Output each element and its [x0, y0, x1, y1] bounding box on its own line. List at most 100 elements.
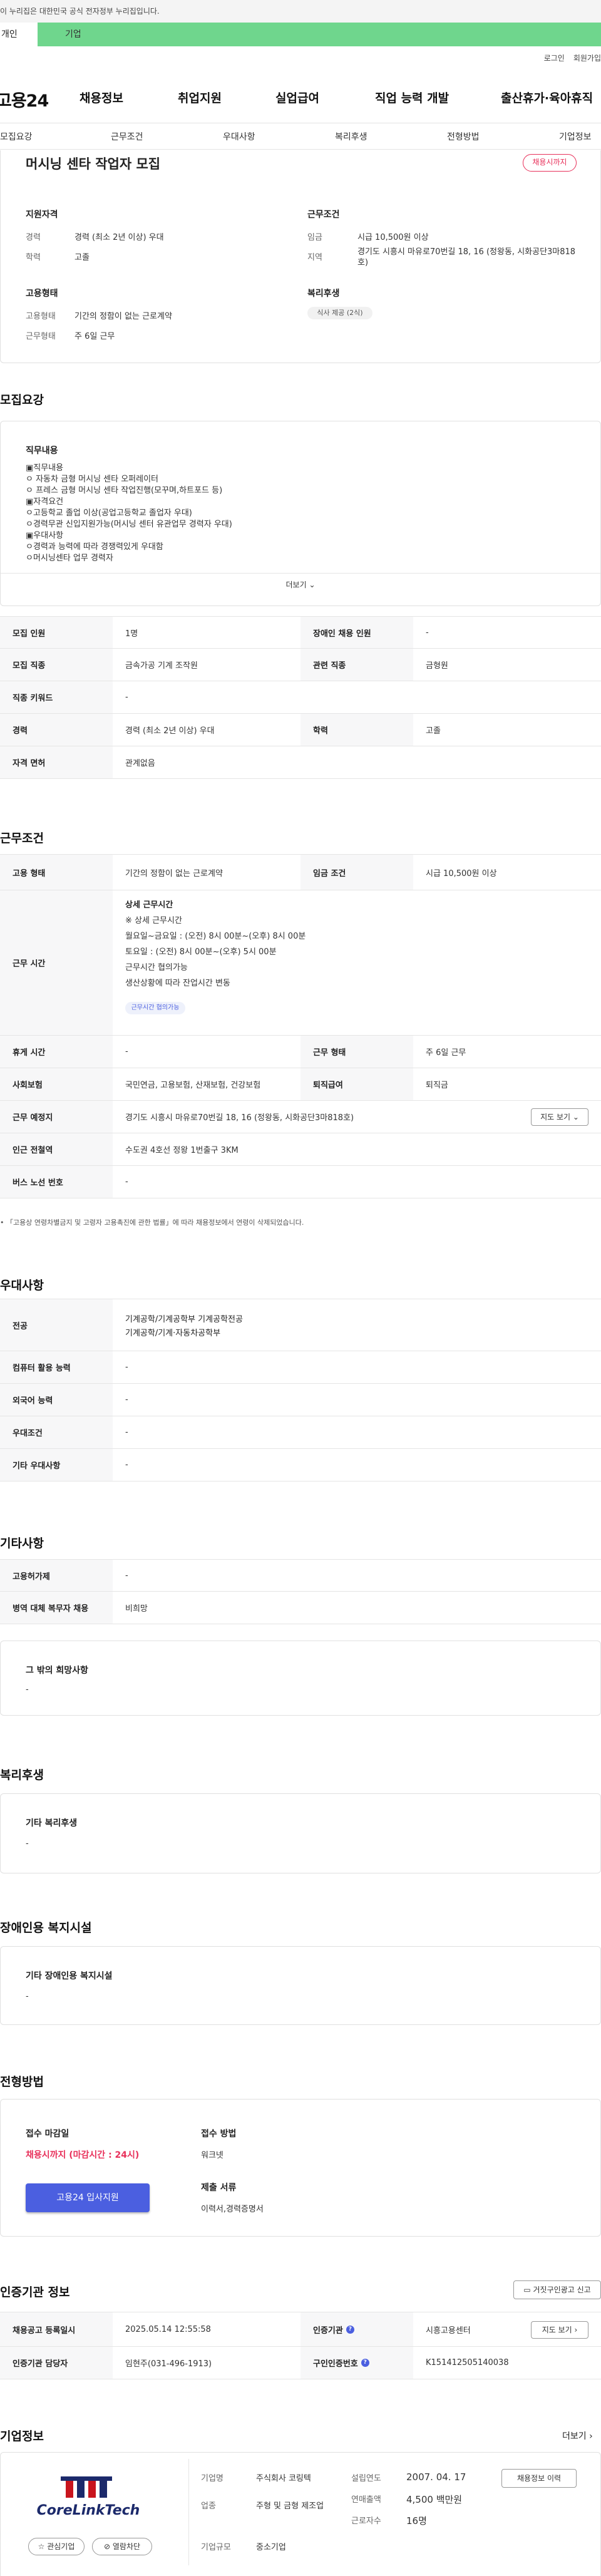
emp-title: 고용형태	[26, 289, 58, 299]
login-link[interactable]: 로그인	[544, 54, 565, 63]
table-row: 채용공고 등록일시 2025.05.14 12:55:58 인증기관? 시흥고용센…	[0, 2312, 601, 2347]
qual-title: 지원자격	[26, 210, 58, 220]
welfare-section-title: 복리후생	[0, 1768, 44, 1782]
apply-button[interactable]: 고용24 입사지원	[26, 2183, 150, 2212]
user-type-tabs: 개인 기업	[0, 23, 601, 46]
recruit-title: 모집요강	[0, 393, 44, 407]
gov-banner: 이 누리집은 대한민국 공식 전자정부 누리집입니다.	[0, 0, 601, 23]
docs-key: 제출 서류	[201, 2183, 237, 2193]
table-row: 컴퓨터 활용 능력 -	[0, 1351, 601, 1384]
chevron-right-icon: ›	[589, 2431, 593, 2441]
company-more-link[interactable]: 더보기 ›	[562, 2429, 593, 2442]
table-row: 근무 예정지 경기도 시흥시 마유로70번길 18, 16 (정왕동, 시화공단3…	[0, 1101, 601, 1133]
gnb-item[interactable]: 실업급여	[275, 89, 319, 106]
block-view-button[interactable]: ⊘ 열람차단	[92, 2538, 152, 2555]
chevron-right-icon: ›	[574, 2326, 578, 2334]
other-label: 그 밖의 희망사항	[26, 1666, 88, 1676]
subnav-item[interactable]: 우대사항	[223, 130, 255, 143]
table-row: 외국어 능력 -	[0, 1384, 601, 1416]
industry-value: 주형 및 금형 제조업	[256, 2501, 324, 2511]
job-summary-card: 머시닝 센타 작업자 모집 채용시까지 지원자격 경력 경력 (최소 2년 이상…	[0, 150, 601, 363]
method-value: 워크넷	[201, 2151, 223, 2160]
tab-company[interactable]: 기업	[38, 23, 601, 46]
chevron-down-icon: ⌄	[572, 1113, 579, 1121]
map-view-button[interactable]: 지도 보기 ⌄	[531, 1108, 588, 1126]
global-nav: 고용24 채용정보 취업지원 실업급여 직업 능력 개발 출산휴가·육아휴직	[0, 79, 601, 115]
welfare-badge: 식사 제공 (2식)	[307, 307, 372, 319]
hours-badge: 근무시간 협의가능	[125, 1002, 185, 1014]
doc-icon: ▭	[523, 2285, 531, 2294]
favorite-company-button[interactable]: ☆ 관심기업	[28, 2538, 85, 2555]
job-history-button[interactable]: 채용정보 이력	[501, 2469, 577, 2488]
company-name-key: 기업명	[201, 2474, 223, 2483]
other-value: -	[26, 1685, 29, 1694]
gnb-item[interactable]: 취업지원	[178, 89, 222, 106]
table-row: 우대조건 -	[0, 1416, 601, 1449]
table-row: 경력 경력 (최소 2년 이상) 우대 학력 고졸	[0, 714, 601, 746]
site-logo[interactable]: 고용24	[0, 87, 49, 111]
employees-value: 16명	[406, 2515, 427, 2527]
table-row: 인증기관 담당자 임현주(031-496-1913) 구인인증번호? K15141…	[0, 2347, 601, 2379]
agency-map-button[interactable]: 지도 보기 ›	[531, 2321, 588, 2339]
subnav-item[interactable]: 전형방법	[447, 130, 480, 143]
table-row: 사회보험 국민연금, 고용보험, 산재보험, 건강보험 퇴직급여 퇴직금	[0, 1068, 601, 1101]
gnb-item[interactable]: 출산휴가·육아휴직	[501, 89, 593, 106]
company-title: 기업정보	[0, 2429, 44, 2443]
revenue-key: 연매출액	[351, 2495, 381, 2505]
subnav-item[interactable]: 모집요강	[0, 130, 33, 143]
status-badge: 채용시까지	[523, 154, 577, 172]
table-row: 기타 우대사항 -	[0, 1449, 601, 1481]
career-value: 경력 (최소 2년 이상) 우대	[74, 233, 164, 242]
disability-label: 기타 장애인용 복지시설	[26, 1971, 113, 1981]
duty-card: 직무내용 ▣직무내용 ㅇ 자동차 금형 머시닝 센타 오퍼레이터 ㅇ 프레스 금형 …	[0, 421, 601, 606]
signup-link[interactable]: 회원가입	[573, 54, 601, 63]
table-row: 인근 전철역 수도권 4호선 정왕 1번출구 3KM	[0, 1133, 601, 1166]
job-title: 머시닝 센타 작업자 모집	[26, 157, 161, 172]
emptype-key: 고용형태	[26, 312, 56, 321]
chevron-down-icon: ⌄	[309, 580, 316, 589]
info-icon[interactable]: ?	[361, 2359, 369, 2367]
table-row: 모집 직종 금속가공 기계 조작원 관련 직종 금형원	[0, 649, 601, 681]
worktype-value: 주 6일 근무	[74, 332, 115, 341]
etc-other-card: 그 밖의 희망사항 -	[0, 1641, 601, 1716]
table-row: 고용허가제 -	[0, 1559, 601, 1592]
edu-value: 고졸	[74, 253, 90, 262]
more-button[interactable]: 더보기 ⌄	[1, 579, 600, 590]
gnb-item[interactable]: 채용정보	[80, 89, 123, 106]
method-key: 접수 방법	[201, 2129, 237, 2139]
career-key: 경력	[26, 233, 41, 242]
table-row: 버스 노선 번호 -	[0, 1166, 601, 1198]
process-title: 전형방법	[0, 2075, 44, 2089]
section-nav: 모집요강 근무조건 우대사항 복리후생 전형방법 기업정보	[0, 124, 601, 149]
welfare-value: -	[26, 1839, 29, 1848]
hours-title: 상세 근무시간	[125, 900, 173, 910]
company-logo: CoreLinkTech	[26, 2474, 151, 2524]
table-row: 자격 면허 관계없음	[0, 746, 601, 779]
subnav-item[interactable]: 복리후생	[335, 130, 367, 143]
industry-key: 업종	[201, 2501, 216, 2511]
report-button[interactable]: ▭ 거짓구인광고 신고	[513, 2280, 601, 2299]
region-key: 지역	[307, 253, 322, 262]
duty-label: 직무내용	[26, 446, 58, 456]
age-note: • 「고용상 연령차별금지 및 고령자 고용촉진에 관한 법률」에 따라 채용정…	[0, 1218, 304, 1227]
subnav-item[interactable]: 기업정보	[559, 130, 592, 143]
worktype-key: 근무형태	[26, 332, 56, 341]
tab-personal[interactable]: 개인	[0, 23, 38, 46]
disability-value: -	[26, 1992, 29, 2001]
disability-card: 기타 장애인용 복지시설 -	[0, 1946, 601, 2025]
company-name-value: 주식회사 코링텍	[256, 2474, 311, 2483]
company-size-key: 기업규모	[201, 2543, 231, 2552]
welfare-card: 기타 복리후생 -	[0, 1793, 601, 1873]
table-row: 휴게 시간 - 근무 형태 주 6일 근무	[0, 1036, 601, 1068]
table-row: 근무 시간 상세 근무시간 ※ 상세 근무시간 월요일~금요일 : (오전) 8시…	[0, 890, 601, 1036]
gnb-item[interactable]: 직업 능력 개발	[375, 89, 449, 106]
subnav-item[interactable]: 근무조건	[111, 130, 143, 143]
workcond-title: 근무조건	[0, 832, 44, 845]
region-value: 경기도 시흥시 마유로70번길 18, 16 (정왕동, 시화공단3마818호)	[357, 247, 576, 267]
process-card: 접수 마감일 채용시까지 (마감시간 : 24시) 고용24 입사지원 접수 방…	[0, 2099, 601, 2237]
wage-key: 임금	[307, 233, 322, 242]
edu-key: 학력	[26, 253, 41, 262]
company-card: CoreLinkTech ☆ 관심기업 ⊘ 열람차단 기업명 주식회사 코링텍 …	[0, 2452, 601, 2576]
company-size-value: 중소기업	[256, 2543, 286, 2552]
info-icon[interactable]: ?	[346, 2325, 354, 2334]
